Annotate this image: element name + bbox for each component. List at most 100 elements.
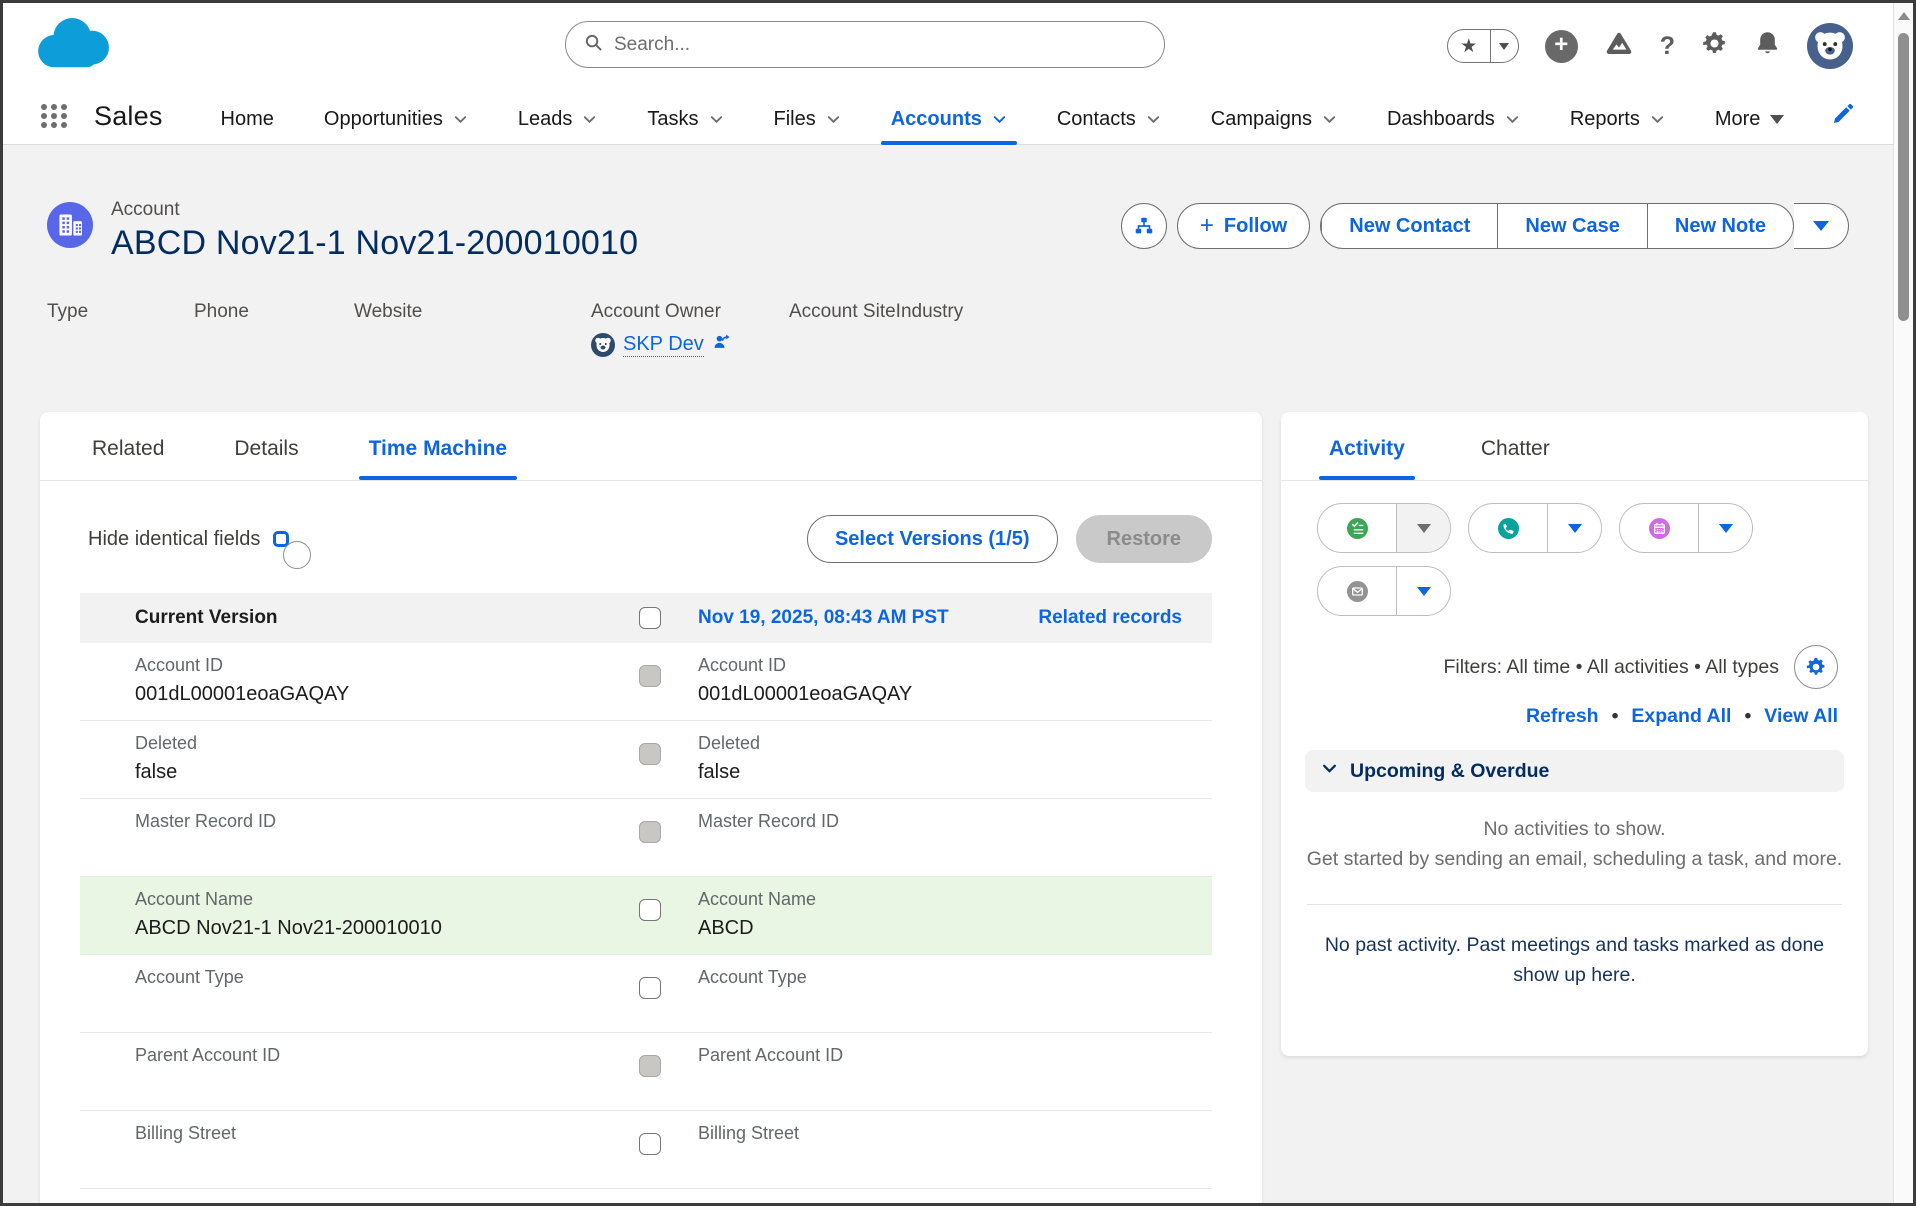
new-task-button[interactable] [1318, 504, 1396, 552]
new-task-dropdown[interactable] [1396, 504, 1450, 552]
nav-tab[interactable]: Dashboards [1387, 102, 1520, 145]
field-name: Parent Account ID [135, 1045, 620, 1066]
related-records-link[interactable]: Related records [1038, 607, 1212, 629]
follow-button[interactable]: + Follow [1177, 203, 1310, 249]
nav-tab[interactable]: Campaigns [1211, 102, 1337, 145]
new-event-button[interactable] [1620, 504, 1698, 552]
hide-identical-fields-toggle[interactable] [273, 531, 289, 547]
row-checkbox[interactable] [639, 743, 661, 765]
scrollbar-thumb[interactable] [1898, 33, 1909, 321]
account-owner-link[interactable]: SKP Dev [623, 333, 704, 357]
log-a-call-dropdown[interactable] [1547, 504, 1601, 552]
new-event-dropdown[interactable] [1698, 504, 1752, 552]
current-value: 001dL00001eoaGAQAY [135, 683, 620, 707]
view-hierarchy-button[interactable] [1121, 203, 1167, 249]
scrollbar-up-arrow[interactable] [1898, 12, 1910, 20]
chevron-down-icon[interactable] [1146, 112, 1161, 127]
chevron-down-icon[interactable] [992, 112, 1007, 127]
activity-settings-button[interactable] [1794, 645, 1838, 689]
version-select-checkbox[interactable] [639, 607, 661, 629]
nav-tab[interactable]: Opportunities [324, 102, 468, 145]
record-tab[interactable]: Details [230, 437, 302, 480]
version-compare-table: Current Version Nov 19, 2025, 08:43 AM P… [80, 593, 1212, 1189]
app-launcher-icon[interactable] [41, 104, 68, 128]
favorites-icon[interactable]: ★ [1448, 30, 1490, 62]
select-versions-button[interactable]: Select Versions (1/5) [807, 515, 1058, 563]
setup-icon[interactable] [1701, 30, 1728, 62]
chevron-down-icon [1321, 760, 1338, 782]
record-field: Phone [194, 301, 354, 357]
edit-navigation-pencil-icon[interactable] [1831, 102, 1855, 131]
favorites-button[interactable]: ★ [1447, 29, 1519, 63]
nav-tab[interactable]: Accounts [891, 102, 1007, 145]
nav-tab[interactable]: More [1715, 102, 1785, 145]
email-button[interactable] [1318, 567, 1396, 615]
nav-tab[interactable]: Files [774, 102, 841, 145]
action-button[interactable]: New Case [1497, 204, 1647, 248]
action-button[interactable]: New Note [1647, 204, 1793, 248]
record-tab[interactable]: Related [88, 437, 168, 480]
help-icon[interactable]: ? [1660, 32, 1675, 61]
activity-link[interactable]: View All [1731, 705, 1838, 728]
account-owner-value: SKP Dev [591, 332, 789, 357]
guidance-center-icon[interactable] [1604, 29, 1634, 64]
row-checkbox[interactable] [639, 1055, 661, 1077]
activity-tab[interactable]: Activity [1325, 437, 1409, 480]
email-dropdown[interactable] [1396, 567, 1450, 615]
chevron-down-icon[interactable] [709, 112, 724, 127]
favorites-expand-icon[interactable] [1490, 30, 1518, 62]
field-label: Account Site [789, 301, 896, 323]
field-name: Account Type [135, 967, 620, 988]
notifications-icon[interactable] [1754, 30, 1781, 62]
email-button-group [1317, 566, 1451, 616]
row-checkbox[interactable] [639, 665, 661, 687]
page-scrollbar[interactable] [1893, 3, 1913, 1203]
current-value [135, 1073, 620, 1097]
activity-link[interactable]: Expand All [1599, 705, 1732, 728]
chevron-down-icon[interactable] [582, 112, 597, 127]
row-checkbox[interactable] [639, 1133, 661, 1155]
hide-identical-fields-label: Hide identical fields [88, 528, 260, 551]
new-task-button-group [1317, 503, 1451, 553]
field-name: Account Type [698, 967, 1212, 988]
row-checkbox[interactable] [639, 899, 661, 921]
action-button[interactable]: New Contact [1321, 204, 1497, 248]
chevron-down-icon[interactable] [826, 112, 841, 127]
nav-tab[interactable]: Leads [518, 102, 598, 145]
restore-button[interactable]: Restore [1076, 515, 1212, 563]
row-checkbox[interactable] [639, 977, 661, 999]
field-name: Billing Street [135, 1123, 620, 1144]
chevron-down-icon[interactable] [453, 112, 468, 127]
field-name: Parent Account ID [698, 1045, 1212, 1066]
field-name: Master Record ID [698, 811, 1212, 832]
row-checkbox[interactable] [639, 821, 661, 843]
chevron-down-icon[interactable] [1322, 112, 1337, 127]
chevron-down-icon[interactable] [1650, 112, 1665, 127]
upcoming-overdue-section[interactable]: Upcoming & Overdue [1305, 750, 1844, 792]
version-value: false [698, 761, 1212, 785]
record-tab[interactable]: Time Machine [365, 437, 512, 480]
field-label: Account Owner [591, 301, 789, 323]
nav-tab[interactable]: Reports [1570, 102, 1665, 145]
divider [1307, 904, 1842, 905]
nav-tab[interactable]: Tasks [647, 102, 723, 145]
field-name: Account Name [698, 889, 1212, 910]
activity-tab[interactable]: Chatter [1477, 437, 1554, 480]
field-name: Deleted [135, 733, 620, 754]
change-owner-icon[interactable] [712, 332, 732, 357]
triangle-down-icon[interactable] [1770, 115, 1784, 124]
table-row: Billing Street Billing Street [80, 1111, 1212, 1189]
nav-tab[interactable]: Home [221, 102, 274, 145]
log-a-call-button[interactable] [1469, 504, 1547, 552]
chevron-down-icon[interactable] [1505, 112, 1520, 127]
record-actions: + Follow New Contact New Case New Note [1121, 203, 1849, 249]
version-date-link[interactable]: Nov 19, 2025, 08:43 AM PST [698, 607, 949, 629]
more-actions-button[interactable] [1794, 204, 1848, 248]
app-name[interactable]: Sales [94, 101, 163, 132]
global-search-input[interactable]: Search... [565, 21, 1165, 68]
event-icon [1641, 510, 1677, 546]
activity-link[interactable]: Refresh [1526, 705, 1599, 728]
global-actions-icon[interactable]: + [1545, 30, 1578, 63]
user-avatar[interactable] [1807, 23, 1853, 69]
nav-tab[interactable]: Contacts [1057, 102, 1161, 145]
